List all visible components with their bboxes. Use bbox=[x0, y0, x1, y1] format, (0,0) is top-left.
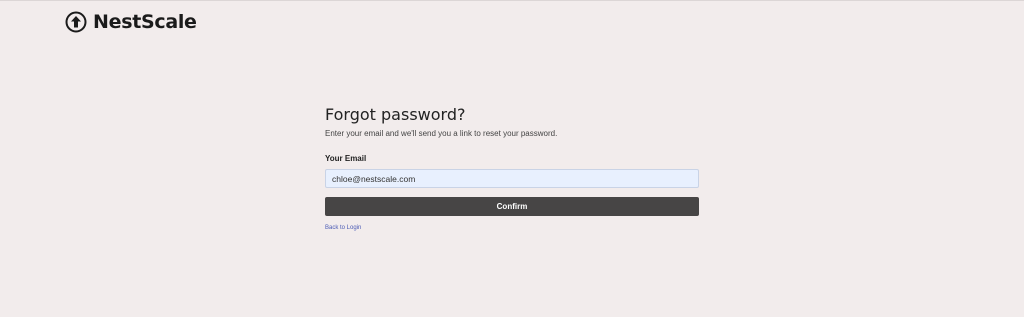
forgot-password-form: Forgot password? Enter your email and we… bbox=[325, 105, 699, 234]
brand-name: NestScale bbox=[93, 11, 197, 33]
brand-header[interactable]: NestScale bbox=[65, 11, 197, 33]
confirm-button[interactable]: Confirm bbox=[325, 197, 699, 216]
instruction-text: Enter your email and we'll send you a li… bbox=[325, 129, 558, 138]
back-to-login-link[interactable]: Back to Login bbox=[325, 225, 361, 231]
email-label: Your Email bbox=[325, 154, 367, 163]
page-title: Forgot password? bbox=[325, 105, 466, 124]
nestscale-logo-icon bbox=[65, 11, 87, 33]
email-field[interactable] bbox=[325, 169, 699, 188]
